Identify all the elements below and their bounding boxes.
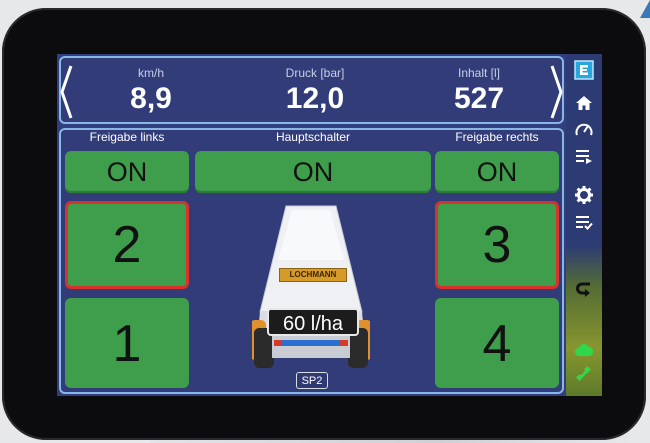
home-icon[interactable] [570, 91, 598, 115]
speed-stat: km/h 8,9 [91, 66, 211, 116]
satellite-icon[interactable] [570, 362, 598, 386]
section-4-button[interactable]: 4 [435, 298, 559, 388]
pressure-value: 12,0 [285, 82, 345, 115]
sprayer-mode-badge[interactable]: SP2 [296, 372, 328, 389]
chevron-right-icon[interactable] [550, 64, 564, 120]
sidebar [566, 54, 602, 396]
u-turn-icon[interactable] [570, 278, 598, 302]
list-arrow-icon[interactable] [570, 144, 598, 168]
section-1-button[interactable]: 1 [65, 298, 189, 388]
content-value: 527 [453, 82, 505, 115]
section-3-button[interactable]: 3 [435, 201, 559, 289]
pressure-stat: Druck [bar] 12,0 [255, 66, 375, 116]
main-switch-button[interactable]: ON [195, 151, 431, 193]
speed-label: km/h [137, 66, 164, 80]
brand-label: LOCHMANN [279, 268, 347, 282]
content-label: Inhalt [l] [457, 66, 501, 80]
sprayer-graphic [252, 205, 370, 368]
list-check-icon[interactable] [570, 210, 598, 234]
right-release-button[interactable]: ON [435, 151, 559, 193]
application-rate: 60 l/ha [267, 308, 359, 336]
pressure-label: Druck [bar] [285, 66, 345, 80]
speed-value: 8,9 [130, 82, 172, 115]
e-logo-icon[interactable] [570, 58, 598, 82]
display-screen: km/h 8,9 Druck [bar] 12,0 Inhalt [l] 527… [57, 54, 566, 396]
status-panel: km/h 8,9 Druck [bar] 12,0 Inhalt [l] 527 [59, 56, 564, 124]
section-2-button[interactable]: 2 [65, 201, 189, 289]
cloud-icon[interactable] [570, 338, 598, 362]
header-left-release: Freigabe links [89, 130, 165, 144]
speedometer-icon[interactable] [570, 118, 598, 142]
header-main-switch: Hauptschalter [275, 130, 351, 144]
gear-icon[interactable] [570, 183, 598, 207]
header-right-release: Freigabe rechts [455, 130, 539, 144]
chevron-left-icon[interactable] [59, 64, 73, 120]
left-release-button[interactable]: ON [65, 151, 189, 193]
corner-mark-icon [640, 0, 650, 18]
content-stat: Inhalt [l] 527 [419, 66, 539, 116]
